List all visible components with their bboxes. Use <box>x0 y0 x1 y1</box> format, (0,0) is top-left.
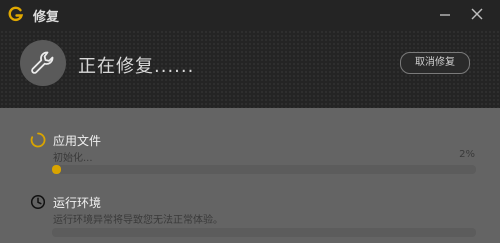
wrench-badge <box>20 40 66 86</box>
close-icon[interactable] <box>469 6 485 22</box>
task-list: 应用文件 初始化... 2% 运行环境 运行环境异常将导致您无法正常体验。 <box>0 108 500 243</box>
repair-header: 正在修复...... 取消修复 <box>0 30 500 108</box>
progress-bar <box>52 165 476 174</box>
task-percent: 2% <box>459 149 475 160</box>
task-status: 运行环境异常将导致您无法正常体验。 <box>53 215 223 226</box>
title-bar: 修复 <box>0 0 500 30</box>
wrench-icon <box>31 51 54 74</box>
g-logo-icon <box>8 6 24 22</box>
clock-icon <box>30 194 46 210</box>
task-status: 初始化... <box>53 153 93 164</box>
progress-bar <box>52 228 476 237</box>
task-name: 运行环境 <box>53 196 102 210</box>
progress-fill <box>52 165 61 174</box>
loading-spinner-icon <box>30 132 46 148</box>
repair-status-text: 正在修复...... <box>78 56 195 77</box>
minimize-icon[interactable] <box>437 6 453 22</box>
task-name: 应用文件 <box>53 134 102 148</box>
window-title: 修复 <box>33 10 60 25</box>
cancel-repair-button[interactable]: 取消修复 <box>400 52 470 74</box>
